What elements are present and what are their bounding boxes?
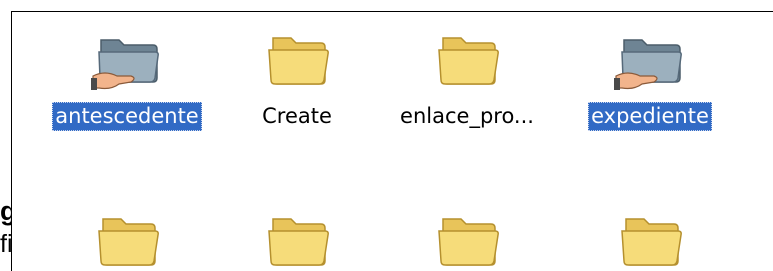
folder-icon bbox=[268, 218, 329, 266]
folder-icon bbox=[621, 218, 682, 266]
window-seam bbox=[12, 166, 13, 191]
shared-folder-icon bbox=[614, 39, 682, 90]
folder-view-window: antescedente Create enlace_pro... expedi… bbox=[11, 11, 773, 271]
folder-icon bbox=[268, 37, 329, 85]
folder-item-row2-3[interactable] bbox=[392, 207, 542, 271]
shared-folder-icon bbox=[91, 39, 159, 90]
folder-item-create[interactable]: Create bbox=[222, 26, 372, 131]
folder-item-antescedente[interactable]: antescedente bbox=[52, 26, 202, 131]
folder-label[interactable]: antescedente bbox=[52, 102, 202, 131]
folder-item-row2-4[interactable] bbox=[575, 207, 725, 271]
folder-icon bbox=[98, 218, 159, 266]
folder-item-enlace-pro[interactable]: enlace_pro... bbox=[392, 26, 542, 131]
folder-icon bbox=[438, 218, 499, 266]
folder-label[interactable]: Create bbox=[259, 102, 335, 131]
folder-label[interactable]: enlace_pro... bbox=[397, 102, 537, 131]
folder-item-expediente[interactable]: expediente bbox=[575, 26, 725, 131]
folder-icon bbox=[438, 37, 499, 85]
folder-item-row2-2[interactable] bbox=[222, 207, 372, 271]
folder-label[interactable]: expediente bbox=[588, 102, 712, 131]
folder-item-row2-1[interactable] bbox=[52, 207, 202, 271]
